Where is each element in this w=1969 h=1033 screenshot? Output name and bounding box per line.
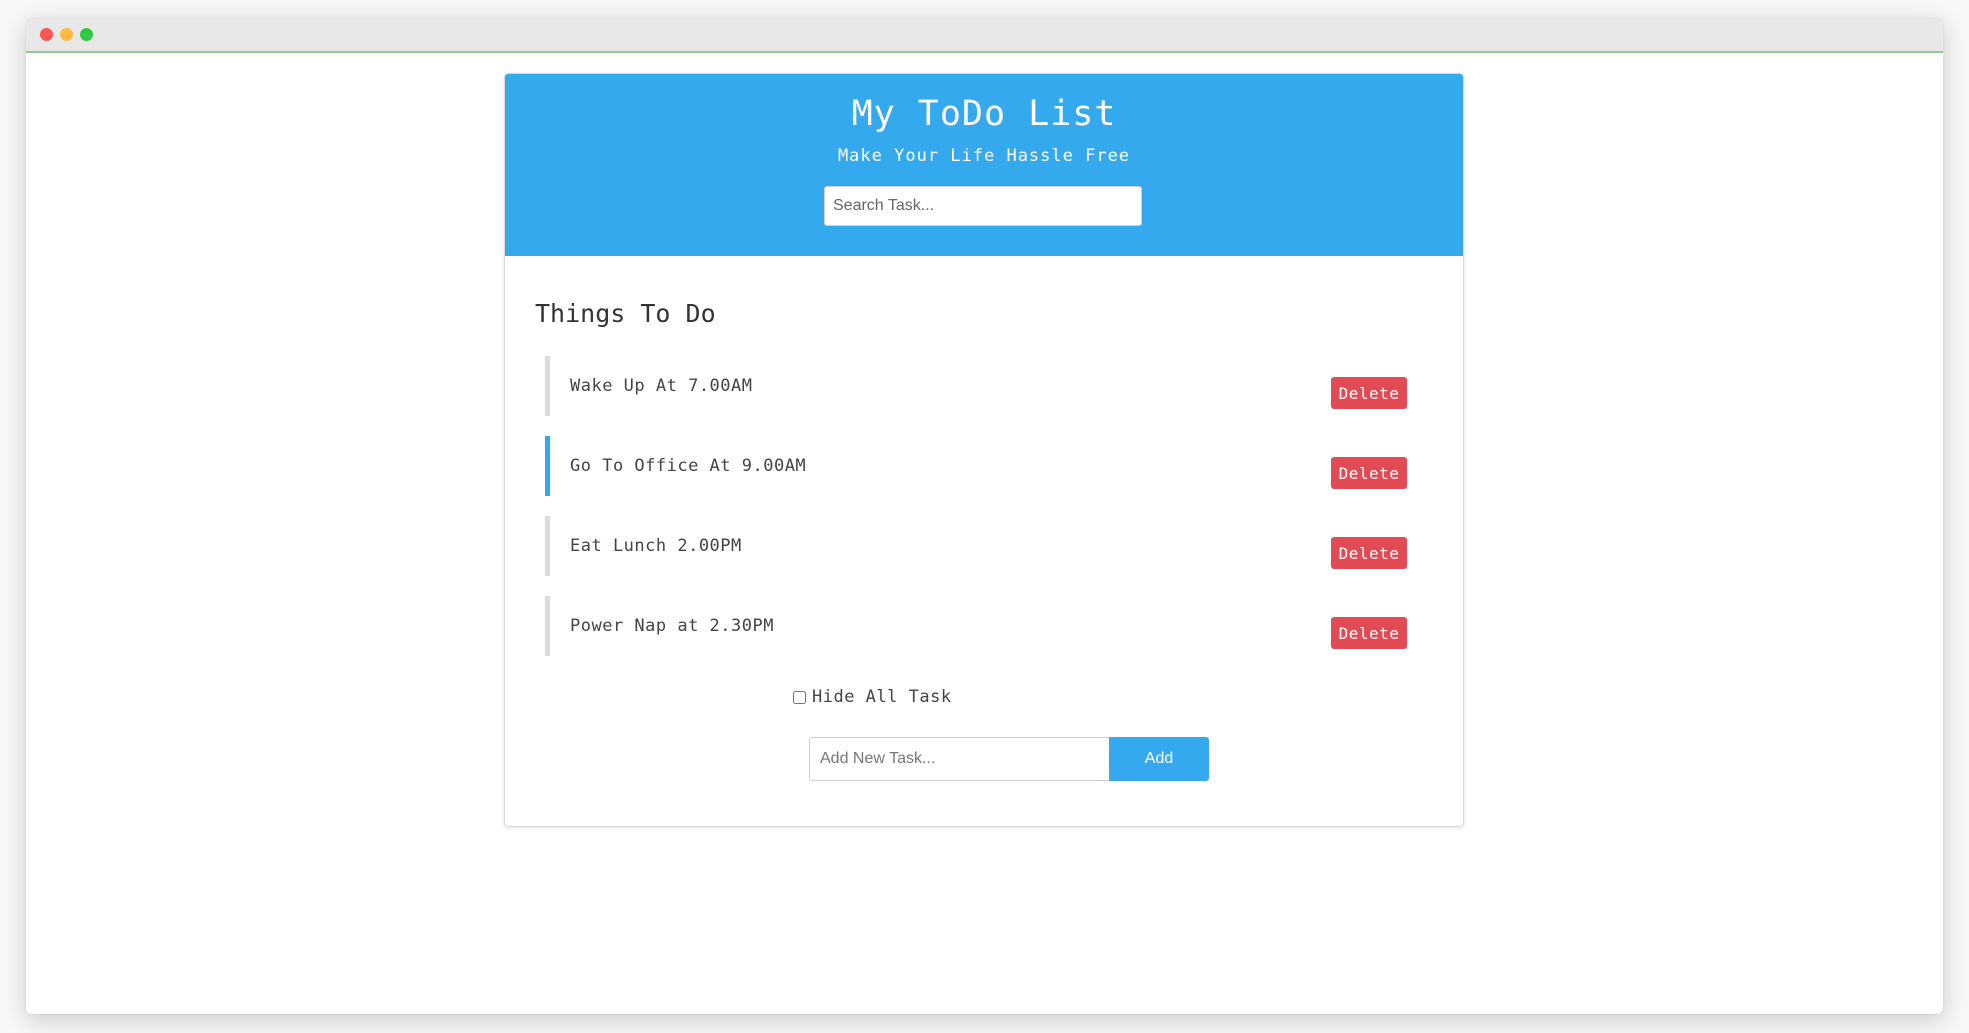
hide-all-label: Hide All Task	[812, 687, 952, 707]
task-name: Go To Office At 9.00AM	[570, 456, 807, 476]
search-input[interactable]	[824, 186, 1142, 226]
page-subtitle: Make Your Life Hassle Free	[837, 146, 1131, 166]
minimize-window-button[interactable]	[60, 28, 73, 41]
add-task-button[interactable]: Add	[1109, 737, 1209, 781]
delete-task-button[interactable]: Delete	[1331, 377, 1407, 409]
hide-all-checkbox[interactable]	[793, 690, 806, 704]
add-task-input[interactable]	[809, 737, 1109, 781]
task-name: Wake Up At 7.00AM	[570, 376, 753, 396]
section-title: Things To Do	[535, 299, 716, 328]
todo-header: My ToDo List Make Your Life Hassle Free	[505, 74, 1463, 256]
delete-task-button[interactable]: Delete	[1331, 537, 1407, 569]
maximize-window-button[interactable]	[80, 28, 93, 41]
hide-all-toggle[interactable]: Hide All Task	[793, 687, 952, 707]
task-item[interactable]: Go To Office At 9.00AM Delete	[545, 436, 1407, 496]
task-item[interactable]: Eat Lunch 2.00PM Delete	[545, 516, 1407, 576]
task-item[interactable]: Wake Up At 7.00AM Delete	[545, 356, 1407, 416]
close-window-button[interactable]	[40, 28, 53, 41]
add-task-form: Add	[809, 737, 1209, 781]
task-item[interactable]: Power Nap at 2.30PM Delete	[545, 596, 1407, 656]
delete-task-button[interactable]: Delete	[1331, 617, 1407, 649]
task-name: Power Nap at 2.30PM	[570, 616, 774, 636]
window-titlebar	[26, 18, 1943, 53]
delete-task-button[interactable]: Delete	[1331, 457, 1407, 489]
browser-window: My ToDo List Make Your Life Hassle Free …	[26, 18, 1943, 1014]
page-title: My ToDo List	[851, 94, 1117, 134]
todo-card: My ToDo List Make Your Life Hassle Free …	[504, 73, 1464, 827]
task-name: Eat Lunch 2.00PM	[570, 536, 742, 556]
task-list: Wake Up At 7.00AM Delete Go To Office At…	[545, 356, 1407, 676]
